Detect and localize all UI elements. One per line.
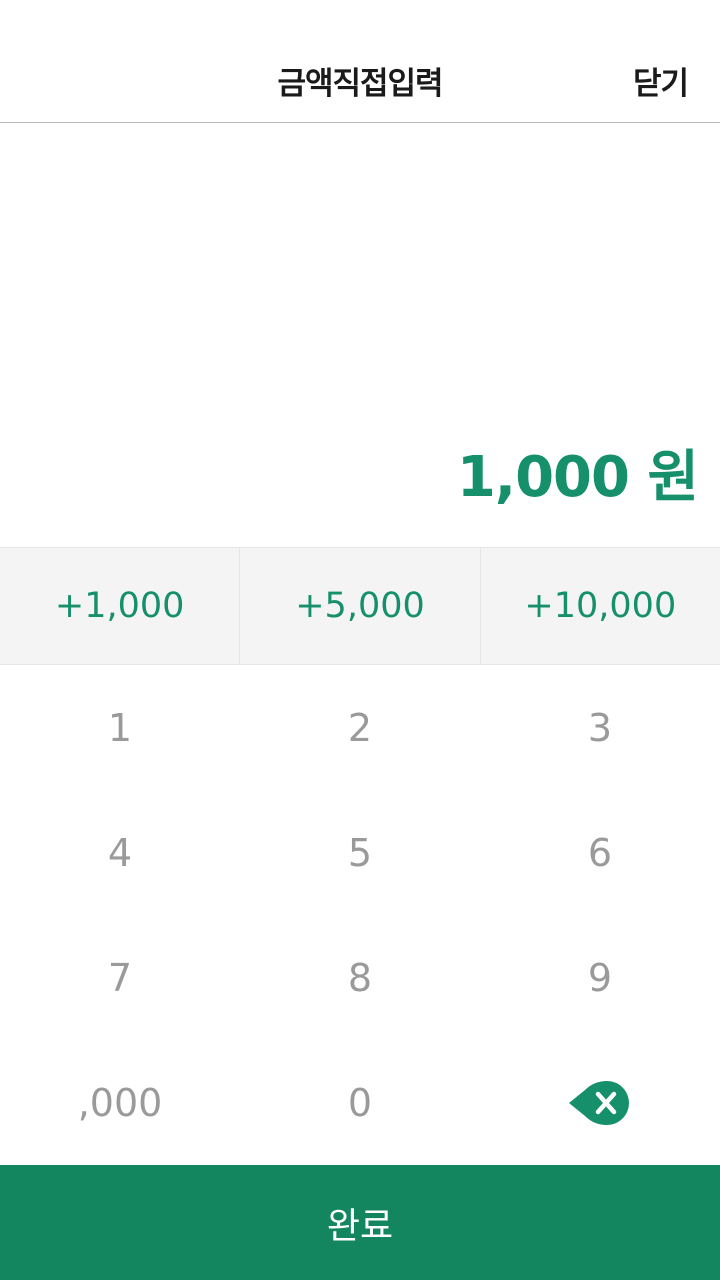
key-2[interactable]: 2 (240, 665, 480, 790)
backspace-icon (569, 1080, 629, 1125)
key-5[interactable]: 5 (240, 790, 480, 915)
add-1000-button[interactable]: +1,000 (0, 548, 239, 664)
quick-add-bar: +1,000 +5,000 +10,000 (0, 547, 720, 665)
backspace-button[interactable] (480, 1040, 720, 1165)
page-title: 금액직접입력 (277, 66, 443, 102)
key-4[interactable]: 4 (0, 790, 240, 915)
key-6[interactable]: 6 (480, 790, 720, 915)
add-5000-button[interactable]: +5,000 (239, 548, 479, 664)
key-8[interactable]: 8 (240, 915, 480, 1040)
add-10000-button[interactable]: +10,000 (479, 548, 720, 664)
key-0[interactable]: 0 (240, 1040, 480, 1165)
key-1[interactable]: 1 (0, 665, 240, 790)
amount-input-screen: 금액직접입력 닫기 1,000 원 +1,000 +5,000 +10,000 … (0, 0, 720, 1280)
header: 금액직접입력 닫기 (0, 0, 720, 123)
done-button[interactable]: 완료 (0, 1165, 720, 1280)
key-triple-zero[interactable]: ,000 (0, 1040, 240, 1165)
close-button[interactable]: 닫기 (633, 58, 689, 103)
number-keypad: 1 2 3 4 5 6 7 8 9 ,000 0 (0, 665, 720, 1165)
key-3[interactable]: 3 (480, 665, 720, 790)
key-9[interactable]: 9 (480, 915, 720, 1040)
amount-display: 1,000 원 (456, 445, 699, 510)
key-7[interactable]: 7 (0, 915, 240, 1040)
